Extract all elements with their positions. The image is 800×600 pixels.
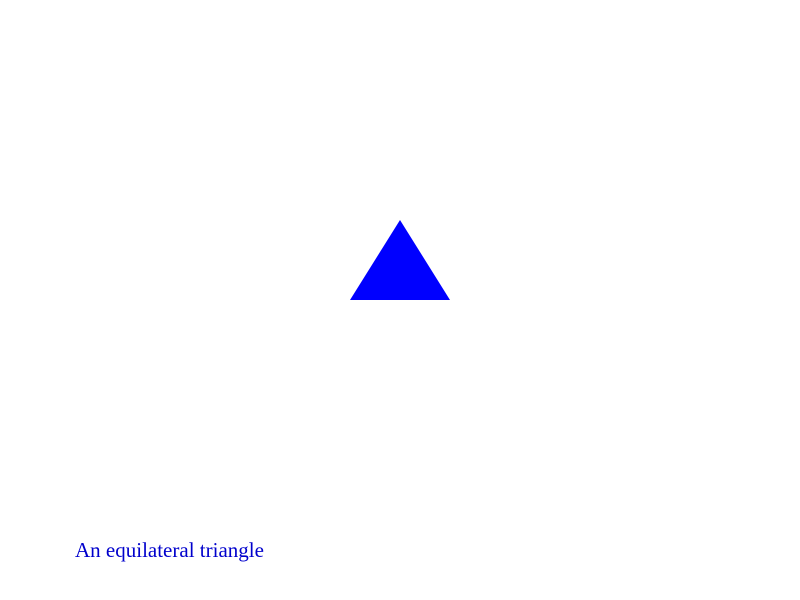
diagram-canvas: An equilateral triangle xyxy=(0,0,800,600)
equilateral-triangle xyxy=(350,220,450,300)
shape-layer xyxy=(350,220,450,300)
caption: An equilateral triangle xyxy=(75,538,264,562)
